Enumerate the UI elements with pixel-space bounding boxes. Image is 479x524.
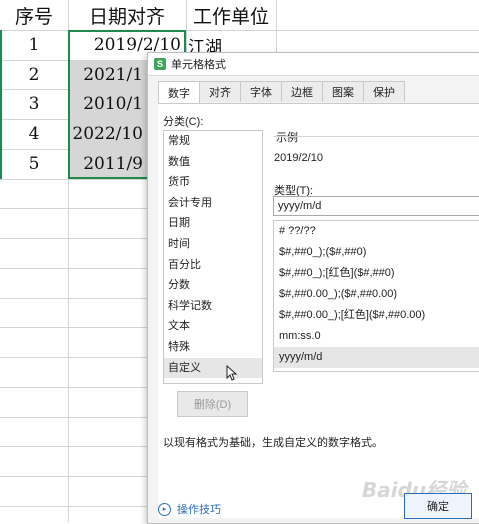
category-item[interactable]: 会计专用 xyxy=(164,193,262,214)
category-item[interactable]: 常规 xyxy=(164,131,262,152)
header-cell-date[interactable]: 日期对齐 xyxy=(68,0,186,30)
format-item[interactable]: $#,##0_);($#,##0) xyxy=(274,242,479,263)
tab-alignment[interactable]: 对齐 xyxy=(199,81,241,102)
row-selection-indicator xyxy=(0,30,2,179)
category-label: 分类(C): xyxy=(163,116,204,128)
tab-number[interactable]: 数字 xyxy=(158,81,200,104)
sample-value: 2019/2/10 xyxy=(274,152,323,164)
category-item[interactable]: 文本 xyxy=(164,316,262,337)
format-list[interactable]: # ??/?? $#,##0_);($#,##0) $#,##0_);[红色](… xyxy=(273,220,479,372)
category-item[interactable]: 科学记数 xyxy=(164,296,262,317)
category-item[interactable]: 日期 xyxy=(164,213,262,234)
cell-seq[interactable]: 3 xyxy=(0,89,68,119)
tab-border[interactable]: 边框 xyxy=(281,81,323,102)
format-item-selected[interactable]: yyyy/m/d xyxy=(274,347,479,368)
type-input[interactable]: yyyy/m/d xyxy=(273,196,479,216)
format-cells-dialog: S 单元格格式 数字 对齐 字体 边框 图案 保护 分类(C): 常规 数值 货… xyxy=(147,52,479,524)
category-item[interactable]: 特殊 xyxy=(164,337,262,358)
format-item[interactable]: $#,##0.00_);[红色]($#,##0.00) xyxy=(274,305,479,326)
number-tab-panel: 分类(C): 常规 数值 货币 会计专用 日期 时间 百分比 分数 科学记数 文… xyxy=(158,103,479,518)
format-item[interactable]: mm:ss.0 xyxy=(274,326,479,347)
header-cell-seq[interactable]: 序号 xyxy=(0,0,68,30)
category-item[interactable]: 时间 xyxy=(164,234,262,255)
delete-button[interactable]: 删除(D) xyxy=(177,391,248,417)
dialog-title: 单元格格式 xyxy=(171,59,226,71)
tab-protection[interactable]: 保护 xyxy=(363,81,405,102)
cell-seq[interactable]: 2 xyxy=(0,60,68,90)
category-item[interactable]: 百分比 xyxy=(164,255,262,276)
tab-font[interactable]: 字体 xyxy=(240,81,282,102)
format-item[interactable]: $#,##0.00_);($#,##0.00) xyxy=(274,284,479,305)
cell-seq[interactable]: 4 xyxy=(0,119,68,149)
tab-bar: 数字 对齐 字体 边框 图案 保护 xyxy=(158,81,405,104)
category-list[interactable]: 常规 数值 货币 会计专用 日期 时间 百分比 分数 科学记数 文本 特殊 自定… xyxy=(163,130,263,384)
header-cell-unit[interactable]: 工作单位 xyxy=(186,0,276,30)
category-item-selected[interactable]: 自定义 xyxy=(164,357,262,379)
tips-link-label: 操作技巧 xyxy=(177,504,221,516)
sample-label: 示例 xyxy=(276,132,298,144)
mouse-pointer-icon xyxy=(226,365,238,381)
ok-button[interactable]: 确定 xyxy=(404,493,472,519)
sample-divider xyxy=(273,136,479,137)
tips-link[interactable]: ▸ 操作技巧 xyxy=(158,501,221,517)
help-circle-icon: ▸ xyxy=(158,502,171,516)
category-item[interactable]: 分数 xyxy=(164,275,262,296)
cell-seq[interactable]: 5 xyxy=(0,149,68,179)
cell-seq[interactable]: 1 xyxy=(0,30,68,60)
category-item[interactable]: 货币 xyxy=(164,172,262,193)
format-item[interactable]: # ??/?? xyxy=(274,221,479,242)
dialog-titlebar[interactable]: S 单元格格式 xyxy=(148,53,479,76)
tab-pattern[interactable]: 图案 xyxy=(322,81,364,102)
format-note: 以现有格式为基础，生成自定义的数字格式。 xyxy=(163,437,383,449)
wps-spreadsheet-icon: S xyxy=(154,58,166,70)
category-item[interactable]: 数值 xyxy=(164,152,262,173)
format-item[interactable]: $#,##0_);[红色]($#,##0) xyxy=(274,263,479,284)
